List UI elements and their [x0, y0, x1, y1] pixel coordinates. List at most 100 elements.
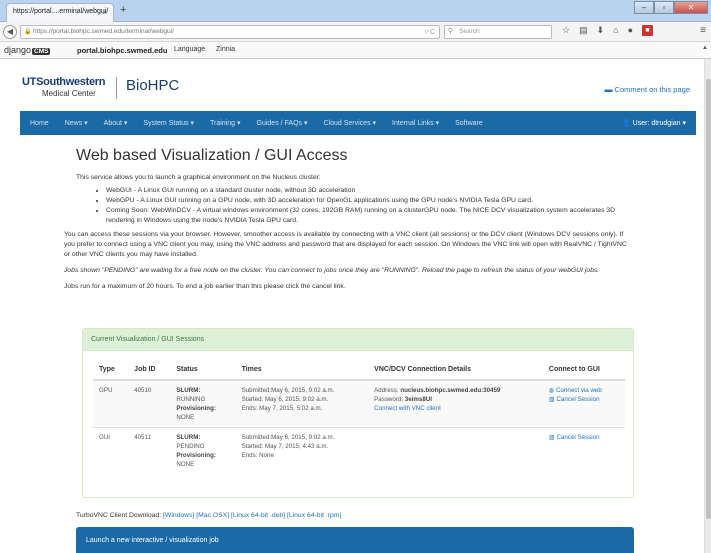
new-tab-button[interactable]: +: [120, 4, 126, 16]
cell-connect-gui: ▥ Cancel Session: [542, 427, 625, 474]
cell-connection: [368, 427, 543, 474]
reload-icon[interactable]: ▿ C: [424, 28, 435, 36]
window-controls: ‒ ▫ ✕: [634, 1, 708, 14]
main-content: Web based Visualization / GUI Access Thi…: [64, 147, 636, 292]
intro-text: This service allows you to launch a grap…: [76, 174, 321, 181]
sessions-panel-title: Current Visualization / GUI Sessions: [83, 329, 633, 351]
download-mac-link[interactable]: [Mac OSX]: [196, 512, 229, 519]
addon-icon[interactable]: ■: [642, 25, 654, 36]
download-rpm-link[interactable]: [Linux 64-bit .rpm]: [287, 512, 341, 519]
close-window-button[interactable]: ✕: [674, 1, 708, 14]
col-connect-gui: Connect to GUI: [542, 360, 625, 381]
col-type: Type: [93, 360, 129, 381]
cms-site-menu[interactable]: portal.biohpc.swmed.edu: [77, 46, 167, 55]
cms-logo[interactable]: django CMS: [4, 45, 51, 55]
download-icon[interactable]: ⬇: [597, 25, 605, 36]
sessions-table: Type Job ID Status Times VNC/DCV Connect…: [93, 360, 625, 474]
service-webwindcv: Coming Soon: WebWinDCV - A virtual windo…: [106, 206, 636, 226]
sessions-table-header: Type Job ID Status Times VNC/DCV Connect…: [93, 360, 625, 381]
nav-user-menu[interactable]: 👤 User: dtrudgian ▾: [622, 119, 686, 127]
turbovnc-label: TurboVNC Client Download:: [76, 512, 162, 519]
comment-icon: ▬: [604, 85, 613, 94]
pending-note: Jobs shown "PENDING" are waiting for a f…: [64, 267, 600, 274]
col-connection: VNC/DCV Connection Details: [368, 360, 543, 381]
user-icon: 👤: [622, 120, 631, 127]
cms-language-menu[interactable]: Language: [174, 46, 205, 53]
cell-job-id: 40510: [128, 379, 171, 428]
nav-guides[interactable]: Guides / FAQs ▾: [257, 119, 308, 127]
table-row: GPU 40510 SLURM: RUNNING Provisioning: N…: [93, 379, 625, 428]
maximize-button[interactable]: ▫: [654, 1, 674, 14]
trash-icon: ▥: [548, 396, 555, 403]
utsw-logo-sub: Medical Center: [42, 89, 96, 98]
connect-vnc-link[interactable]: Connect with VNC client: [374, 405, 441, 412]
access-text: You can access these sessions via your b…: [64, 231, 627, 258]
globe-icon: ◍: [548, 387, 555, 394]
table-row: GUI 40511 SLURM: PENDING Provisioning: N…: [93, 427, 625, 474]
hamburger-menu-icon[interactable]: ≡: [700, 25, 706, 36]
cell-type: GPU: [93, 379, 129, 428]
chat-icon[interactable]: ●: [628, 25, 633, 36]
tab-title: https://portal....erminal/webgui/: [13, 8, 109, 15]
search-icon: ⚲: [448, 28, 454, 35]
cell-connection: Address: nucleus.biohpc.swmed.edu:30459 …: [368, 379, 543, 428]
back-arrow-icon[interactable]: ◀: [3, 25, 17, 39]
service-list: WebGUI - A Linux GUI running on a standa…: [106, 186, 636, 226]
cell-type: GUI: [93, 427, 129, 474]
launch-job-panel-header: Launch a new interactive / visualization…: [76, 527, 634, 553]
col-times: Times: [235, 360, 369, 381]
nav-training[interactable]: Training ▾: [210, 119, 241, 127]
nav-news[interactable]: News ▾: [65, 119, 88, 127]
page-title: Web based Visualization / GUI Access: [76, 147, 348, 164]
col-job-id: Job ID: [128, 360, 171, 381]
nav-cloud-services[interactable]: Cloud Services ▾: [324, 119, 377, 127]
utsw-logo[interactable]: UTSouthwestern: [22, 76, 106, 88]
trash-icon: ▥: [548, 434, 555, 441]
connect-web-link[interactable]: ◍ Connect via web: [549, 387, 602, 394]
cell-job-id: 40511: [128, 427, 171, 474]
cell-status: SLURM: RUNNING Provisioning: NONE: [170, 379, 236, 428]
max-time-text: Jobs run for a maximum of 20 hours. To e…: [64, 283, 346, 290]
nav-internal-links[interactable]: Internal Links ▾: [392, 119, 439, 127]
browser-titlebar: https://portal....erminal/webgui/ × + ‒ …: [0, 0, 711, 22]
cell-connect-gui: ◍ Connect via web ▥ Cancel Session: [542, 379, 625, 428]
tab-close-icon[interactable]: ×: [102, 8, 107, 17]
download-deb-link[interactable]: [Linux 64-bit .deb]: [231, 512, 285, 519]
search-placeholder: Search: [459, 28, 480, 35]
browser-navbar: ◀ 🔒 https://portal.biohpc.swmed.edu/term…: [0, 22, 711, 42]
biohpc-brand[interactable]: BioHPC: [126, 77, 179, 94]
lock-icon: 🔒: [24, 29, 32, 35]
sessions-panel: Current Visualization / GUI Sessions Typ…: [82, 328, 634, 498]
scroll-up-arrow-icon[interactable]: ▲: [702, 45, 708, 51]
main-nav: Home News ▾ About ▾ System Status ▾ Trai…: [20, 111, 696, 135]
url-bar[interactable]: 🔒 https://portal.biohpc.swmed.edu/termin…: [20, 25, 440, 39]
minimize-button[interactable]: ‒: [634, 1, 654, 14]
download-windows-link[interactable]: [Windows]: [163, 512, 194, 519]
cell-times: Submitted:May 6, 2015, 9:02 a.m. Started…: [235, 379, 369, 428]
cms-toolbar: django CMS portal.biohpc.swmed.edu Langua…: [0, 42, 711, 59]
col-status: Status: [170, 360, 236, 381]
logo-divider: [116, 77, 117, 99]
page-scrollbar[interactable]: [704, 59, 711, 553]
page-viewport: UTSouthwestern Medical Center BioHPC ▬ C…: [0, 59, 704, 553]
cancel-session-link[interactable]: ▥ Cancel Session: [549, 396, 600, 403]
reading-list-icon[interactable]: ▤: [579, 25, 588, 36]
browser-toolbar-icons: ☆ ▤ ⬇ ⌂ ● ■: [562, 25, 654, 36]
cell-status: SLURM: PENDING Provisioning: NONE: [170, 427, 236, 474]
home-icon[interactable]: ⌂: [613, 25, 618, 36]
nav-home[interactable]: Home: [30, 120, 49, 127]
search-input[interactable]: ⚲ Search: [444, 25, 552, 39]
service-webgpu: WebGPU - A Linux GUI running on a GPU no…: [106, 196, 636, 206]
browser-tab[interactable]: https://portal....erminal/webgui/ ×: [6, 3, 114, 22]
cms-user-menu[interactable]: Zinnia: [216, 46, 235, 53]
scrollbar-thumb[interactable]: [706, 79, 711, 519]
turbovnc-downloads: TurboVNC Client Download: [Windows] [Mac…: [76, 512, 341, 519]
bookmark-star-icon[interactable]: ☆: [562, 25, 570, 36]
nav-about[interactable]: About ▾: [104, 119, 128, 127]
nav-system-status[interactable]: System Status ▾: [143, 119, 194, 127]
url-text: https://portal.biohpc.swmed.edu/terminal…: [33, 28, 174, 35]
cancel-session-link[interactable]: ▥ Cancel Session: [549, 434, 600, 441]
nav-software[interactable]: Software: [455, 120, 483, 127]
comment-link[interactable]: ▬ Comment on this page: [604, 85, 690, 94]
site-header: UTSouthwestern Medical Center BioHPC ▬ C…: [20, 73, 696, 105]
